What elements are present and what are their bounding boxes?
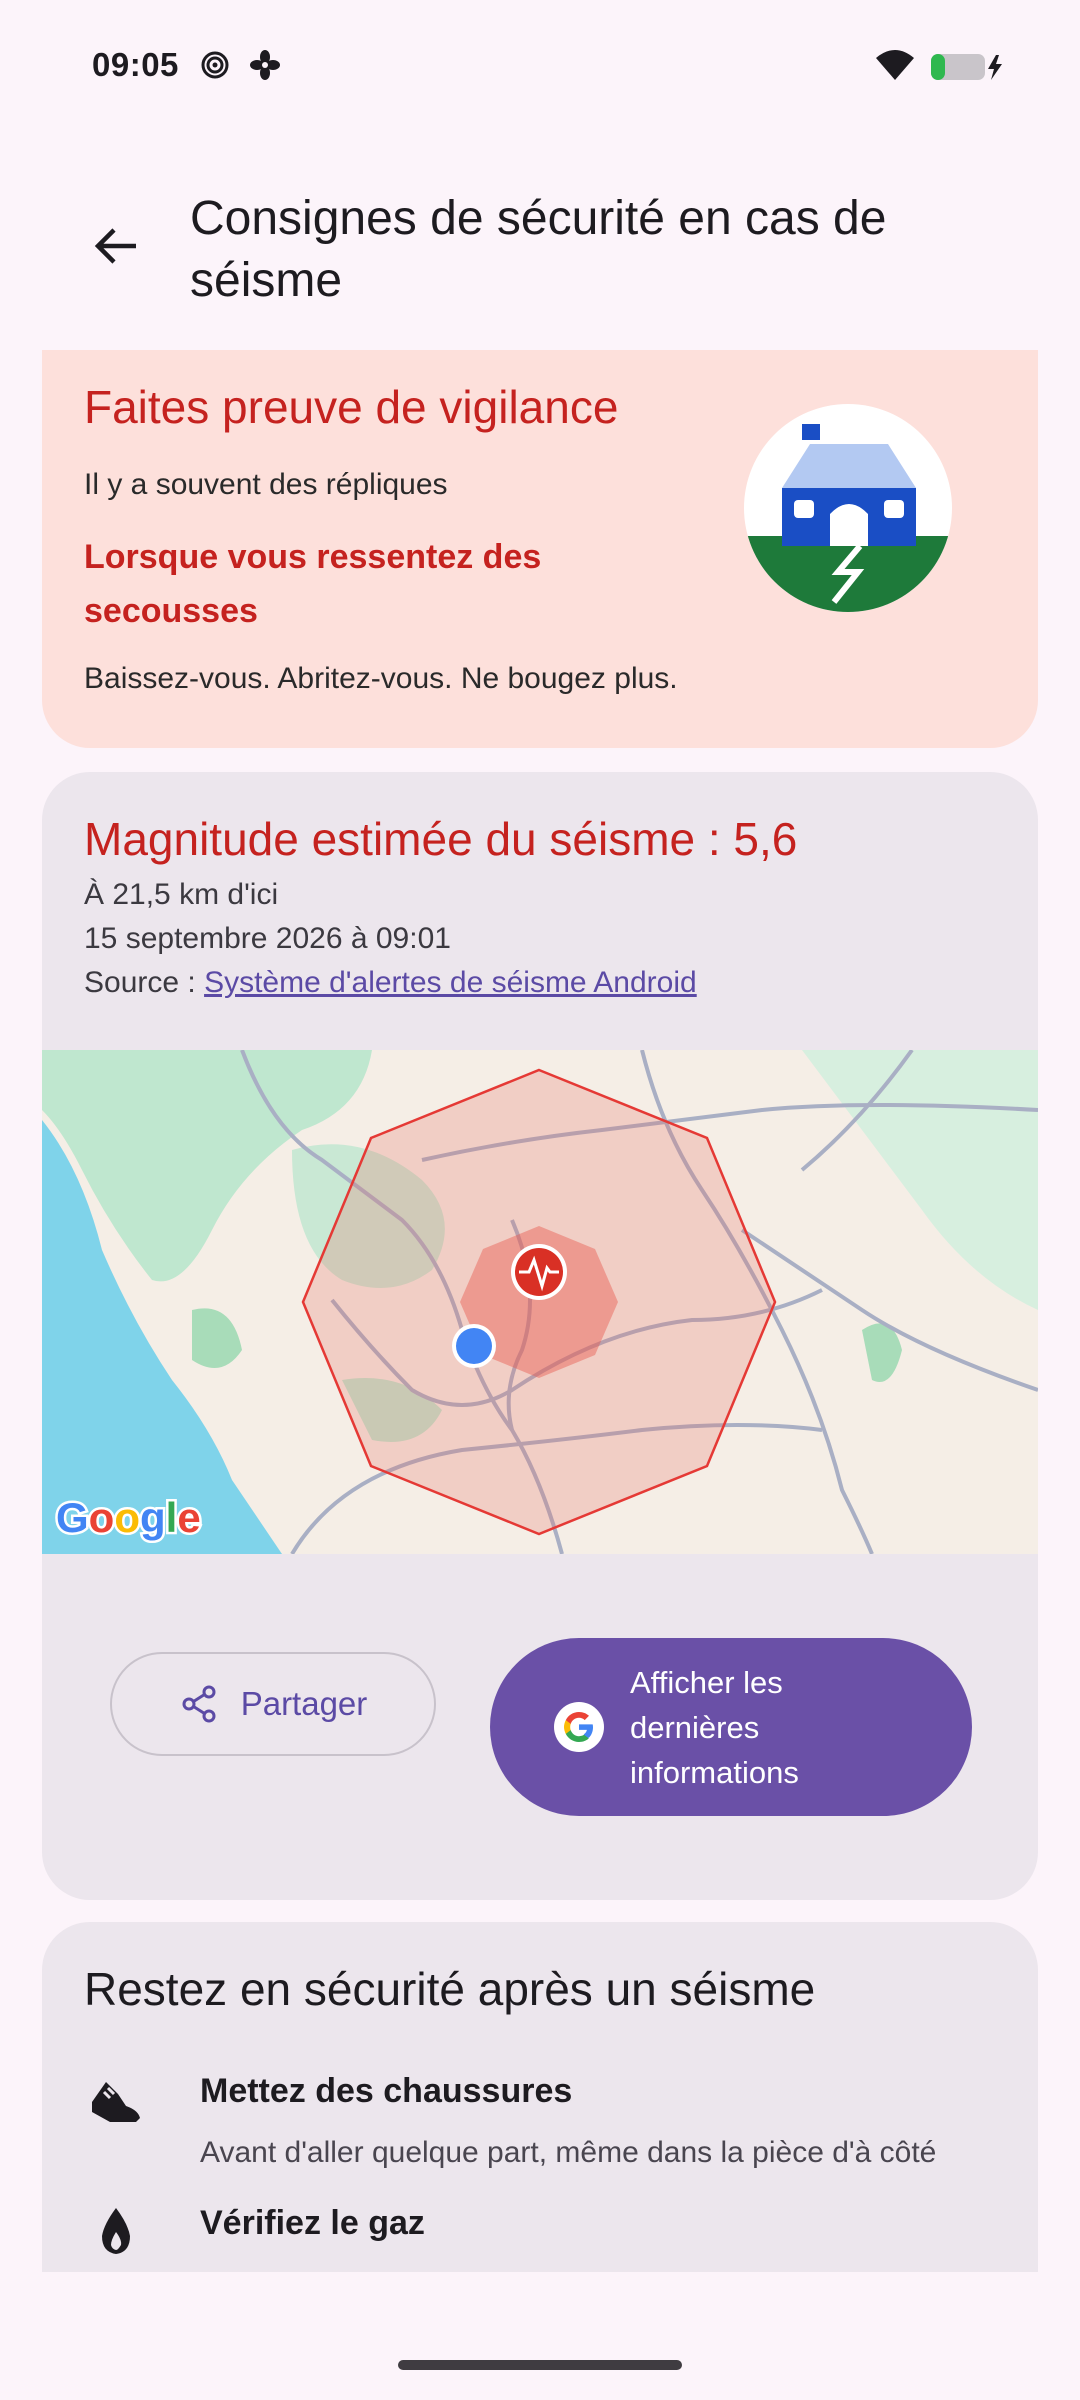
tip-shoes-desc: Avant d'aller quelque part, même dans la… — [200, 2136, 937, 2169]
top-app-bar: Consignes de sécurité en cas de séisme — [0, 170, 1080, 320]
wifi-icon — [874, 48, 916, 87]
quake-map[interactable]: Google — [42, 1050, 1038, 1554]
shaking-heading: Lorsque vous ressentez des secousses — [84, 538, 542, 630]
house-earthquake-icon — [742, 402, 954, 614]
source-label: Source : — [84, 966, 205, 999]
quake-source: Source : Système d'alertes de séisme And… — [84, 966, 697, 1000]
tip-gas-title: Vérifiez le gaz — [200, 2204, 425, 2242]
quake-distance: À 21,5 km d'ici — [84, 878, 279, 911]
quake-info-card: Magnitude estimée du séisme : 5,6 À 21,5… — [42, 772, 1038, 1900]
tip-shoes-title: Mettez des chaussures — [200, 2072, 573, 2110]
epicenter-marker-icon[interactable] — [511, 1244, 567, 1300]
back-button[interactable] — [80, 210, 152, 282]
quake-datetime: 15 septembre 2026 à 09:01 — [84, 922, 451, 955]
home-indicator[interactable] — [398, 2360, 682, 2370]
magnitude-title: Magnitude estimée du séisme : 5,6 — [84, 813, 798, 865]
safety-title: Restez en sécurité après un séisme — [84, 1963, 816, 2015]
shoe-icon — [88, 2072, 144, 2128]
vigilance-title: Faites preuve de vigilance — [84, 381, 619, 433]
page-title: Consignes de sécurité en cas de séisme — [190, 192, 887, 307]
status-time: 09:05 — [92, 46, 179, 83]
share-label: Partager — [240, 1685, 368, 1722]
latest-info-label: Afficher les dernières informations — [630, 1664, 799, 1790]
share-button[interactable]: Partager — [110, 1652, 436, 1756]
status-bar: 09:05 — [0, 0, 1080, 130]
google-map-logo: Google — [56, 1494, 201, 1541]
battery-charging-icon — [930, 52, 1004, 87]
hotspot-icon — [200, 50, 230, 85]
gas-flame-icon — [88, 2204, 144, 2260]
vigilance-card: Faites preuve de vigilance Il y a souven… — [42, 350, 1038, 748]
share-icon — [182, 1685, 216, 1723]
aftershock-note: Il y a souvent des répliques — [84, 468, 448, 501]
source-link[interactable]: Système d'alertes de séisme Android — [204, 966, 697, 999]
drop-cover-hold-instruction: Baissez-vous. Abritez-vous. Ne bougez pl… — [84, 662, 678, 695]
latest-info-button[interactable]: Afficher les dernières informations — [490, 1638, 972, 1816]
arrow-back-icon — [94, 228, 136, 264]
google-g-icon — [554, 1702, 604, 1752]
user-location-dot — [452, 1324, 496, 1368]
after-quake-safety-card: Restez en sécurité après un séisme Mette… — [42, 1922, 1038, 2272]
fan-icon — [250, 50, 280, 85]
